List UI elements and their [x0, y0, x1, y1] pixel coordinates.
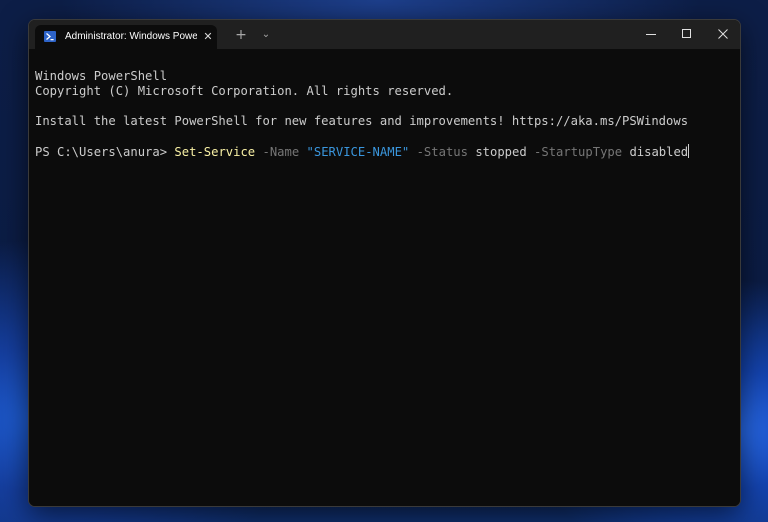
terminal-output[interactable]: Windows PowerShell Copyright (C) Microsof…	[29, 49, 740, 506]
startup-value: disabled	[629, 145, 689, 159]
tab-title: Administrator: Windows PowerShell	[65, 31, 197, 42]
close-button[interactable]	[705, 20, 740, 49]
output-line-copyright: Copyright (C) Microsoft Corporation. All…	[35, 84, 454, 98]
param-name: -Name	[262, 145, 300, 159]
param-status: -Status	[416, 145, 468, 159]
command-line[interactable]: PS C:\Users\anura> Set-Service -Name "SE…	[35, 144, 740, 159]
status-value: stopped	[475, 145, 527, 159]
close-icon	[718, 29, 728, 39]
maximize-button[interactable]	[669, 20, 705, 49]
output-line-title: Windows PowerShell	[35, 69, 168, 83]
output-line-install: Install the latest PowerShell for new fe…	[35, 114, 689, 128]
prompt: PS C:\Users\anura>	[35, 145, 175, 159]
tab-close-icon[interactable]: ✕	[201, 30, 215, 44]
name-value: "SERVICE-NAME"	[306, 145, 410, 159]
minimize-icon	[646, 34, 656, 35]
terminal-window: Administrator: Windows PowerShell ✕ + ⌄ …	[28, 19, 741, 507]
chevron-down-icon[interactable]: ⌄	[256, 26, 276, 44]
tab-powershell[interactable]: Administrator: Windows PowerShell ✕	[35, 25, 217, 49]
new-tab-button[interactable]: +	[231, 26, 251, 44]
cmdlet: Set-Service	[174, 145, 256, 159]
title-bar[interactable]: Administrator: Windows PowerShell ✕ + ⌄	[29, 20, 740, 49]
powershell-icon	[44, 31, 56, 42]
minimize-button[interactable]	[633, 20, 669, 49]
maximize-icon	[682, 29, 691, 38]
text-cursor	[688, 144, 690, 158]
param-startup-type: -StartupType	[534, 145, 623, 159]
